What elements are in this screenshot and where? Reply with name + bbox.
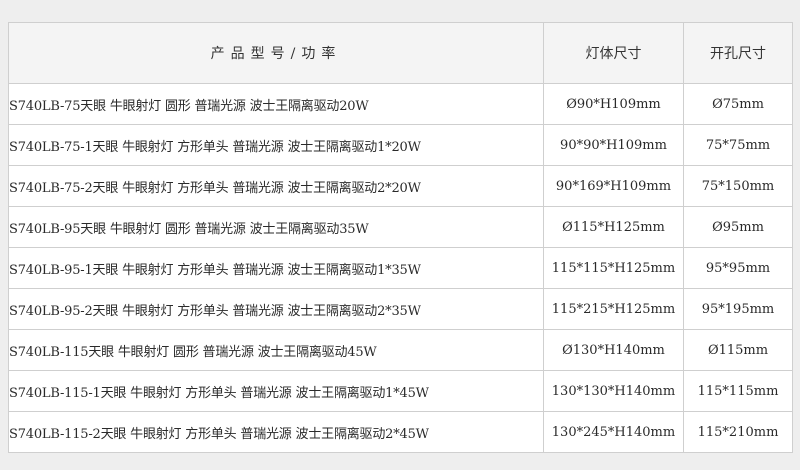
header-body-size: 灯体尺寸	[543, 22, 684, 84]
table-row: S740LB-115-1天眼 牛眼射灯 方形单头 普瑞光源 波士王隔离驱动1*4…	[8, 370, 793, 412]
cell-product: S740LB-95-2天眼 牛眼射灯 方形单头 普瑞光源 波士王隔离驱动2*35…	[8, 288, 544, 330]
table-row: S740LB-75-1天眼 牛眼射灯 方形单头 普瑞光源 波士王隔离驱动1*20…	[8, 124, 793, 166]
cell-body-size: Ø115*H125mm	[543, 206, 684, 248]
cell-body-size: Ø90*H109mm	[543, 83, 684, 125]
cell-hole-size: 75*150mm	[683, 165, 793, 207]
spec-table-container: 产品型号/功率 灯体尺寸 开孔尺寸 S740LB-75天眼 牛眼射灯 圆形 普瑞…	[8, 22, 793, 453]
table-row: S740LB-95-2天眼 牛眼射灯 方形单头 普瑞光源 波士王隔离驱动2*35…	[8, 288, 793, 330]
cell-body-size: Ø130*H140mm	[543, 329, 684, 371]
cell-body-size: 115*215*H125mm	[543, 288, 684, 330]
cell-product: S740LB-75-2天眼 牛眼射灯 方形单头 普瑞光源 波士王隔离驱动2*20…	[8, 165, 544, 207]
cell-body-size: 90*90*H109mm	[543, 124, 684, 166]
cell-body-size: 130*130*H140mm	[543, 370, 684, 412]
cell-hole-size: 95*195mm	[683, 288, 793, 330]
cell-product: S740LB-95天眼 牛眼射灯 圆形 普瑞光源 波士王隔离驱动35W	[8, 206, 544, 248]
cell-product: S740LB-75天眼 牛眼射灯 圆形 普瑞光源 波士王隔离驱动20W	[8, 83, 544, 125]
cell-hole-size: 115*210mm	[683, 411, 793, 453]
cell-product: S740LB-95-1天眼 牛眼射灯 方形单头 普瑞光源 波士王隔离驱动1*35…	[8, 247, 544, 289]
cell-product: S740LB-115天眼 牛眼射灯 圆形 普瑞光源 波士王隔离驱动45W	[8, 329, 544, 371]
table-row: S740LB-115-2天眼 牛眼射灯 方形单头 普瑞光源 波士王隔离驱动2*4…	[8, 411, 793, 453]
cell-body-size: 115*115*H125mm	[543, 247, 684, 289]
header-hole-size: 开孔尺寸	[683, 22, 793, 84]
table-row: S740LB-75-2天眼 牛眼射灯 方形单头 普瑞光源 波士王隔离驱动2*20…	[8, 165, 793, 207]
cell-hole-size: Ø115mm	[683, 329, 793, 371]
table-row: S740LB-115天眼 牛眼射灯 圆形 普瑞光源 波士王隔离驱动45W Ø13…	[8, 329, 793, 371]
header-product-model: 产品型号/功率	[8, 22, 544, 84]
cell-product: S740LB-115-1天眼 牛眼射灯 方形单头 普瑞光源 波士王隔离驱动1*4…	[8, 370, 544, 412]
cell-hole-size: Ø75mm	[683, 83, 793, 125]
cell-hole-size: 95*95mm	[683, 247, 793, 289]
cell-product: S740LB-115-2天眼 牛眼射灯 方形单头 普瑞光源 波士王隔离驱动2*4…	[8, 411, 544, 453]
cell-body-size: 130*245*H140mm	[543, 411, 684, 453]
table-row: S740LB-75天眼 牛眼射灯 圆形 普瑞光源 波士王隔离驱动20W Ø90*…	[8, 83, 793, 125]
cell-hole-size: 115*115mm	[683, 370, 793, 412]
table-row: S740LB-95天眼 牛眼射灯 圆形 普瑞光源 波士王隔离驱动35W Ø115…	[8, 206, 793, 248]
cell-product: S740LB-75-1天眼 牛眼射灯 方形单头 普瑞光源 波士王隔离驱动1*20…	[8, 124, 544, 166]
cell-body-size: 90*169*H109mm	[543, 165, 684, 207]
table-row: S740LB-95-1天眼 牛眼射灯 方形单头 普瑞光源 波士王隔离驱动1*35…	[8, 247, 793, 289]
cell-hole-size: Ø95mm	[683, 206, 793, 248]
table-header-row: 产品型号/功率 灯体尺寸 开孔尺寸	[8, 22, 793, 84]
spec-table: 产品型号/功率 灯体尺寸 开孔尺寸 S740LB-75天眼 牛眼射灯 圆形 普瑞…	[8, 22, 793, 453]
cell-hole-size: 75*75mm	[683, 124, 793, 166]
